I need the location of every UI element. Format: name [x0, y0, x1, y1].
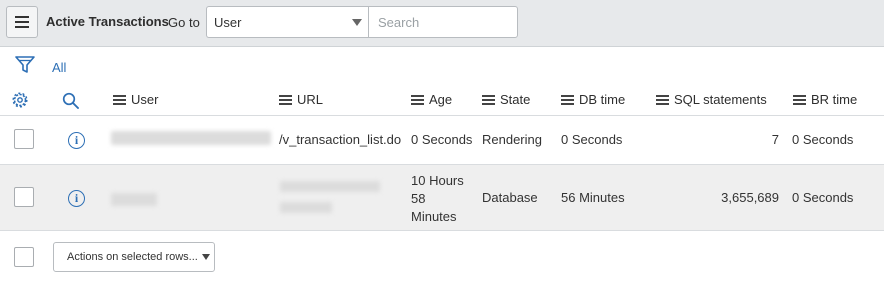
column-header-label: State	[500, 92, 531, 107]
cell-state: Rendering	[482, 132, 542, 147]
column-header-label: SQL statements	[674, 92, 767, 107]
column-menu-icon[interactable]	[656, 94, 669, 105]
chevron-down-icon	[352, 19, 362, 26]
column-header-label: DB time	[579, 92, 626, 107]
redacted-url	[280, 181, 380, 192]
cell-sql-statements: 3,655,689	[721, 190, 779, 205]
row-select-checkbox[interactable]	[14, 129, 34, 149]
goto-select-value: User	[214, 15, 242, 30]
goto-field-select[interactable]: User	[206, 6, 369, 38]
cell-sql-statements: 7	[771, 132, 779, 147]
page-title: Active Transactions	[46, 14, 169, 29]
goto-label: Go to	[168, 15, 200, 30]
cell-state: Database	[482, 190, 538, 205]
redacted-url	[280, 202, 332, 213]
cell-age-line: 10 Hours	[411, 173, 464, 188]
actions-select[interactable]: Actions on selected rows...	[53, 242, 215, 272]
search-input[interactable]	[368, 6, 518, 38]
cell-age-line: Minutes	[411, 209, 457, 224]
hamburger-menu-icon	[15, 16, 29, 28]
column-header-sql-statements[interactable]: SQL statements	[656, 92, 767, 107]
column-header-user[interactable]: User	[113, 92, 158, 107]
row-divider	[0, 230, 884, 231]
column-header-age[interactable]: Age	[411, 92, 452, 107]
cell-br-time: 0 Seconds	[792, 190, 854, 205]
cell-br-time: 0 Seconds	[792, 132, 854, 147]
cell-db-time: 0 Seconds	[561, 132, 623, 147]
funnel-icon[interactable]	[15, 56, 35, 74]
info-circle-icon[interactable]: i	[68, 132, 85, 149]
top-bar: Active Transactions Go to User	[0, 0, 884, 47]
hamburger-menu-button[interactable]	[6, 6, 38, 38]
column-menu-icon[interactable]	[411, 94, 424, 105]
actions-select-label: Actions on selected rows...	[67, 251, 198, 263]
column-menu-icon[interactable]	[279, 94, 292, 105]
cell-db-time: 56 Minutes	[561, 190, 625, 205]
column-menu-icon[interactable]	[482, 94, 495, 105]
column-menu-icon[interactable]	[561, 94, 574, 105]
cell-age: 10 Hours 58 Minutes	[411, 172, 464, 226]
column-header-label: Age	[429, 92, 453, 107]
filter-all-breadcrumb[interactable]: All	[52, 60, 66, 75]
select-all-checkbox[interactable]	[14, 247, 34, 267]
header-divider	[0, 115, 884, 116]
cell-url[interactable]: /v_transaction_list.do	[279, 132, 401, 147]
column-header-label: URL	[297, 92, 324, 107]
gear-icon[interactable]	[11, 91, 29, 109]
redacted-user	[111, 193, 157, 206]
column-menu-icon[interactable]	[113, 94, 126, 105]
cell-age-line: 58	[411, 191, 426, 206]
column-header-br-time[interactable]: BR time	[793, 92, 857, 107]
column-header-state[interactable]: State	[482, 92, 530, 107]
column-header-url[interactable]: URL	[279, 92, 323, 107]
magnifier-icon[interactable]	[62, 92, 79, 109]
redacted-user	[111, 131, 271, 145]
column-menu-icon[interactable]	[793, 94, 806, 105]
column-header-label: BR time	[811, 92, 858, 107]
chevron-down-icon	[202, 254, 210, 260]
cell-age: 0 Seconds	[411, 132, 473, 147]
row-select-checkbox[interactable]	[14, 187, 34, 207]
column-header-db-time[interactable]: DB time	[561, 92, 625, 107]
column-header-label: User	[131, 92, 159, 107]
info-circle-icon[interactable]: i	[68, 190, 85, 207]
